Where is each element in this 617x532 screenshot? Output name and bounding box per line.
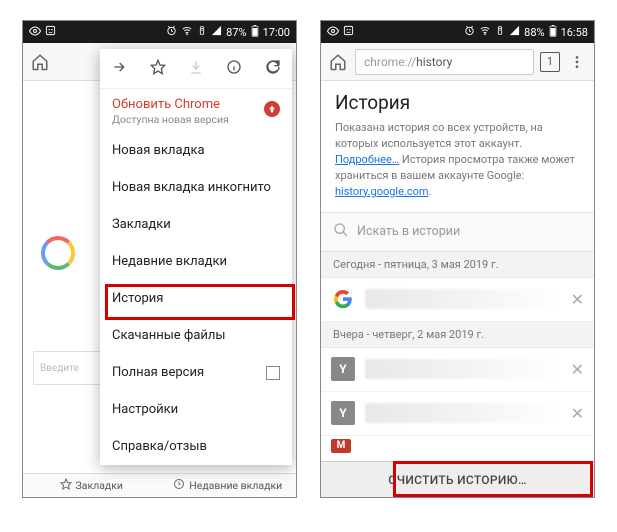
history-search-placeholder: Искать в истории	[357, 224, 460, 239]
favicon-m-icon: M	[331, 439, 351, 453]
google-logo-icon	[41, 236, 75, 270]
menu-history[interactable]: История	[100, 280, 292, 317]
history-search[interactable]: Искать в истории	[321, 212, 594, 252]
tab-count[interactable]: 1	[540, 52, 560, 72]
history-row[interactable]: Y ✕	[321, 348, 594, 392]
menu-incognito-label: Новая вкладка инкогнито	[112, 180, 271, 195]
eye-icon	[327, 25, 339, 40]
history-desc: Показана история со всех устройств, на к…	[321, 120, 594, 212]
desc-part3: .	[429, 185, 432, 198]
desktop-checkbox[interactable]	[266, 366, 280, 380]
forward-icon[interactable]	[111, 59, 127, 79]
menu-history-label: История	[112, 291, 163, 306]
clock-text: 17:00	[263, 26, 290, 39]
star-icon[interactable]	[150, 59, 166, 79]
status-bar: 87% 17:00	[23, 21, 296, 43]
menu-icon-row	[100, 49, 292, 89]
data-icon	[495, 25, 505, 39]
menu-downloads-label: Скачанные файлы	[112, 328, 226, 343]
history-page: История Показана история со всех устройс…	[321, 81, 594, 497]
menu-new-tab-label: Новая вкладка	[112, 143, 205, 158]
favicon-y-icon: Y	[331, 401, 355, 425]
date-yesterday: Вчера - четверг, 2 мая 2019 г.	[321, 322, 594, 348]
alarm-icon	[166, 25, 177, 39]
clear-history-label: ОЧИСТИТЬ ИСТОРИЮ…	[388, 473, 527, 487]
desc-link-more[interactable]: Подробнее…	[335, 153, 399, 166]
chrome-menu: Обновить Chrome Доступна новая версия Но…	[100, 49, 292, 465]
close-icon[interactable]: ✕	[571, 360, 584, 379]
data-icon	[197, 25, 207, 39]
menu-bookmarks[interactable]: Закладки	[100, 206, 292, 243]
omnibar-right: chrome://history 1	[321, 43, 594, 81]
home-icon[interactable]	[29, 51, 51, 73]
menu-new-tab[interactable]: Новая вкладка	[100, 132, 292, 169]
menu-update[interactable]: Обновить Chrome Доступна новая версия	[100, 89, 292, 132]
history-row[interactable]: Y ✕	[321, 392, 594, 436]
search-icon	[333, 222, 349, 242]
menu-desktop-label: Полная версия	[112, 365, 204, 380]
menu-desktop[interactable]: Полная версия	[100, 354, 292, 391]
phone-right: 88% 16:58 chrome://history 1 История Пок…	[320, 20, 595, 498]
signal-icon	[509, 25, 520, 39]
bottom-bookmarks-label: Закладки	[76, 479, 123, 492]
bottom-recent[interactable]: Недавние вкладки	[160, 474, 297, 497]
home-icon[interactable]	[327, 51, 349, 73]
battery-icon	[549, 25, 557, 40]
menu-help[interactable]: Справка/отзыв	[100, 428, 292, 465]
clock-icon	[173, 478, 185, 493]
wifi-icon	[181, 25, 193, 39]
clock-text: 16:58	[561, 26, 588, 39]
update-badge-icon	[264, 101, 280, 117]
history-entry-blurred	[365, 289, 561, 309]
wifi-icon	[479, 25, 491, 39]
url-box[interactable]: chrome://history	[355, 49, 534, 75]
download-icon	[188, 59, 204, 79]
star-icon	[60, 478, 72, 493]
menu-dots-icon[interactable]	[566, 51, 588, 73]
menu-settings-label: Настройки	[112, 402, 178, 417]
close-icon[interactable]: ✕	[571, 404, 584, 423]
app-icon	[45, 25, 56, 39]
history-title: История	[321, 81, 594, 120]
history-entry-blurred	[365, 403, 561, 423]
menu-bookmarks-label: Закладки	[112, 217, 171, 232]
bottom-tabs: Закладки Недавние вкладки	[23, 473, 296, 497]
desc-link-google[interactable]: history.google.com	[335, 185, 429, 198]
alarm-icon	[464, 25, 475, 39]
history-entry-blurred	[365, 359, 561, 379]
close-icon[interactable]: ✕	[571, 290, 584, 309]
menu-incognito[interactable]: Новая вкладка инкогнито	[100, 169, 292, 206]
history-row[interactable]: ✕	[321, 278, 594, 322]
battery-text: 87%	[226, 26, 246, 39]
menu-recent-label: Недавние вкладки	[112, 254, 227, 269]
bottom-bookmarks[interactable]: Закладки	[23, 474, 160, 497]
battery-icon	[251, 25, 259, 40]
status-bar: 88% 16:58	[321, 21, 594, 43]
google-search-box[interactable]: Введите	[33, 351, 103, 385]
favicon-y-icon: Y	[331, 357, 355, 381]
signal-icon	[211, 25, 222, 39]
history-row[interactable]: M	[321, 436, 594, 456]
url-prefix: chrome://	[364, 55, 416, 69]
menu-update-sub: Доступна новая версия	[112, 113, 280, 126]
eye-icon	[29, 25, 41, 40]
menu-update-title: Обновить Chrome	[112, 97, 280, 112]
phone-left: 87% 17:00 Введите Закладки Недавние вкла…	[22, 20, 297, 498]
desc-part1: Показана история со всех устройств, на к…	[335, 121, 543, 150]
menu-settings[interactable]: Настройки	[100, 391, 292, 428]
reload-icon[interactable]	[265, 59, 281, 79]
battery-text: 88%	[524, 26, 544, 39]
menu-recent[interactable]: Недавние вкладки	[100, 243, 292, 280]
favicon-google-icon	[331, 287, 355, 311]
date-today: Сегодня - пятница, 3 мая 2019 г.	[321, 252, 594, 278]
clear-history-button[interactable]: ОЧИСТИТЬ ИСТОРИЮ…	[321, 461, 594, 497]
info-icon[interactable]	[226, 59, 242, 79]
url-path: history	[416, 55, 452, 69]
menu-help-label: Справка/отзыв	[112, 439, 207, 454]
menu-downloads[interactable]: Скачанные файлы	[100, 317, 292, 354]
bottom-recent-label: Недавние вкладки	[189, 479, 282, 492]
app-icon	[343, 25, 354, 39]
